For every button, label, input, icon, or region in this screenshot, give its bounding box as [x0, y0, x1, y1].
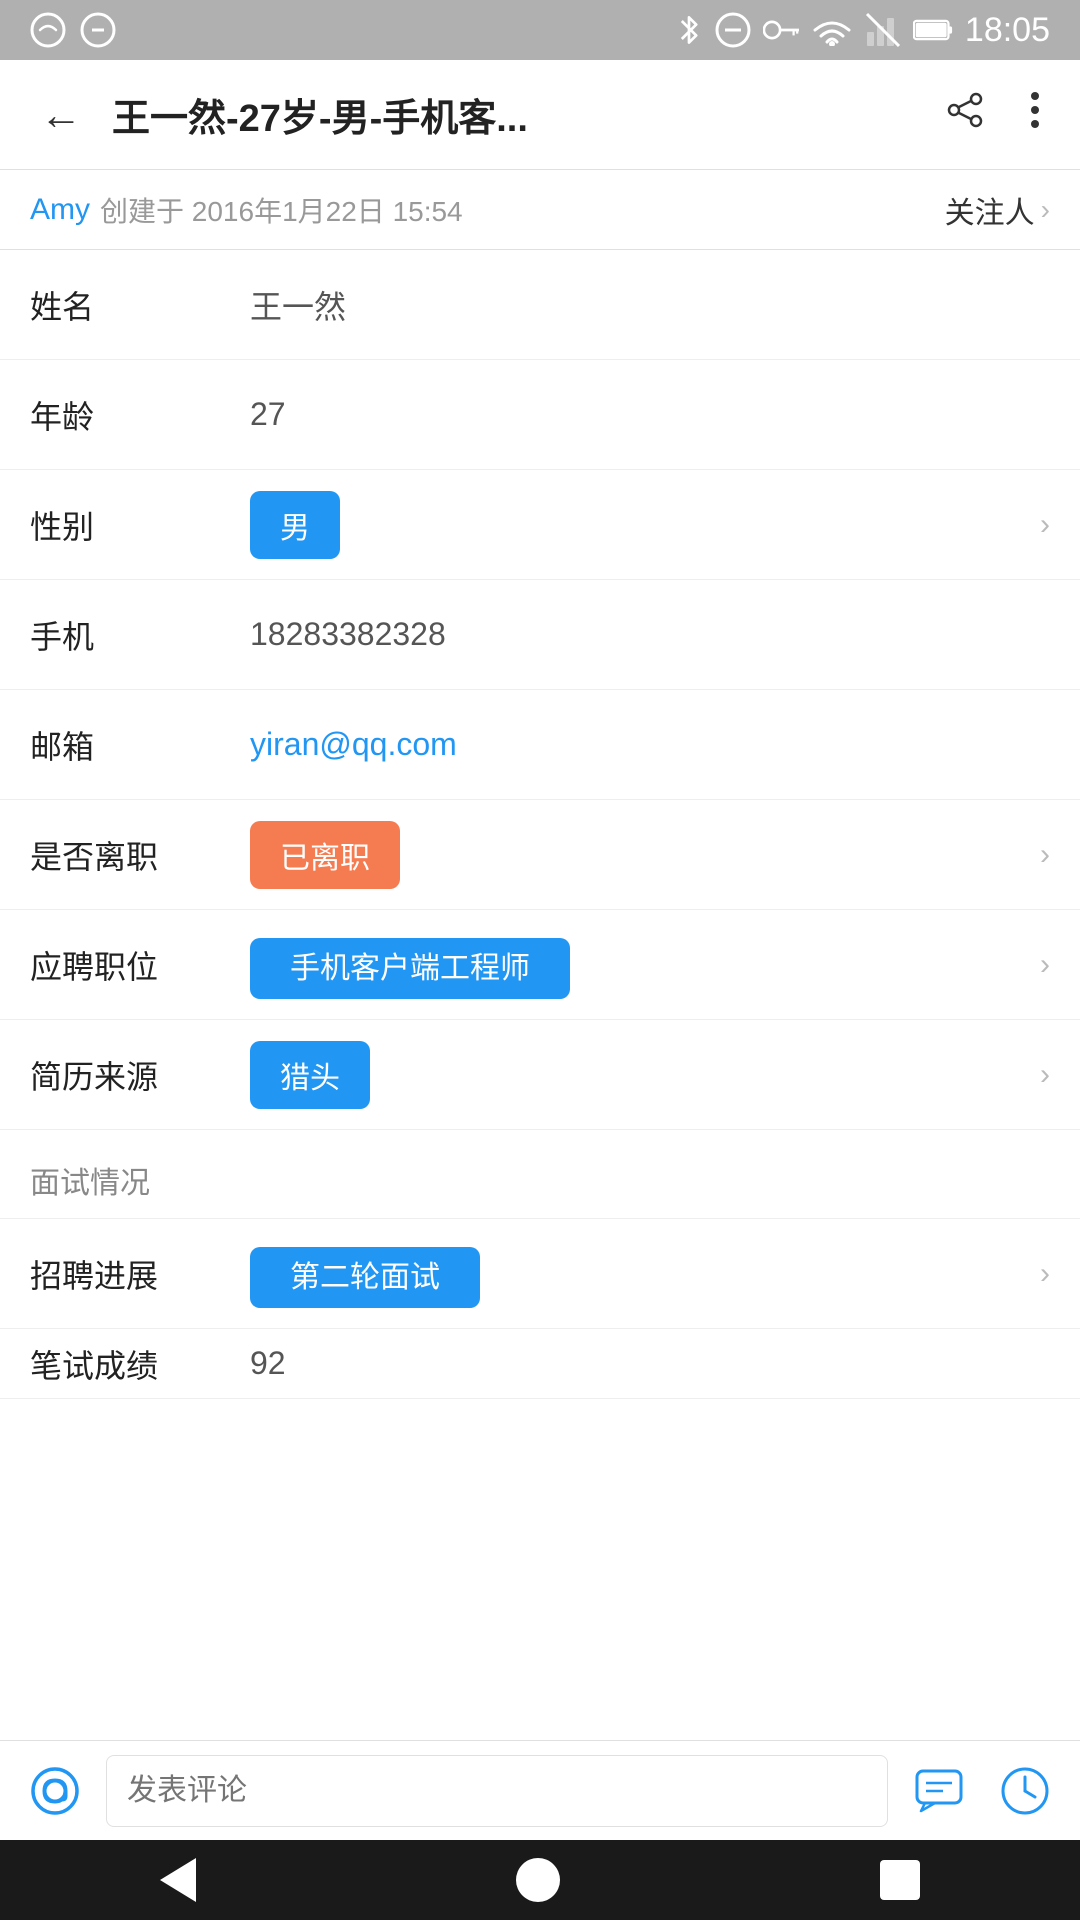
wifi-signal-icon — [811, 14, 853, 46]
resigned-badge[interactable]: 已离职 — [250, 821, 400, 889]
gender-chevron-icon: › — [1040, 508, 1050, 542]
block-icon — [715, 12, 751, 48]
at-button[interactable] — [20, 1756, 90, 1826]
status-bar: 18:05 — [0, 0, 1080, 60]
field-value-score: 92 — [250, 1345, 286, 1382]
source-badge[interactable]: 猎头 — [250, 1041, 370, 1109]
field-value-gender: 男 — [250, 491, 1030, 559]
field-resigned[interactable]: 是否离职 已离职 › — [0, 800, 1080, 910]
battery-icon — [913, 15, 953, 45]
key-icon — [763, 16, 799, 44]
more-button[interactable] — [1020, 81, 1050, 149]
position-chevron-icon: › — [1040, 948, 1050, 982]
app-bar: ← 王一然-27岁-男-手机客... — [0, 60, 1080, 170]
wifi-icon — [30, 12, 66, 48]
follow-label: 关注人 — [945, 188, 1035, 232]
share-button[interactable] — [930, 81, 1000, 149]
meta-row: Amy 创建于 2016年1月22日 15:54 关注人 › — [0, 170, 1080, 250]
field-age: 年龄 27 — [0, 360, 1080, 470]
comment-icon-button[interactable] — [904, 1756, 974, 1826]
field-value-name: 王一然 — [250, 282, 1050, 328]
source-chevron-icon: › — [1040, 1058, 1050, 1092]
clock-icon-button[interactable] — [990, 1756, 1060, 1826]
field-value-phone: 18283382328 — [250, 616, 1050, 653]
follow-button[interactable]: 关注人 › — [945, 188, 1050, 232]
field-label-phone: 手机 — [30, 612, 250, 658]
meta-author[interactable]: Amy — [30, 193, 90, 227]
nav-bar — [0, 1840, 1080, 1920]
field-source[interactable]: 简历来源 猎头 › — [0, 1020, 1080, 1130]
field-value-recruitment: 第二轮面试 — [250, 1252, 1030, 1296]
nav-home-button[interactable] — [516, 1858, 560, 1902]
status-bar-right: 18:05 — [675, 11, 1050, 50]
bottom-bar — [0, 1740, 1080, 1840]
back-button[interactable]: ← — [30, 81, 92, 149]
nav-recent-button[interactable] — [880, 1860, 920, 1900]
bluetooth-icon — [675, 12, 703, 48]
follow-chevron-icon: › — [1041, 194, 1050, 226]
field-email: 邮箱 yiran@qq.com — [0, 690, 1080, 800]
signal-icon — [80, 12, 116, 48]
page-title: 王一然-27岁-男-手机客... — [112, 87, 910, 142]
position-badge[interactable]: 手机客户端工程师 — [250, 938, 570, 999]
field-label-gender: 性别 — [30, 502, 250, 548]
field-value-source: 猎头 — [250, 1041, 1030, 1109]
gender-badge[interactable]: 男 — [250, 491, 340, 559]
meta-created: 创建于 2016年1月22日 15:54 — [100, 190, 463, 230]
status-bar-left — [30, 12, 116, 48]
field-label-name: 姓名 — [30, 282, 250, 328]
field-label-recruitment: 招聘进展 — [30, 1251, 250, 1297]
field-label-position: 应聘职位 — [30, 942, 250, 988]
field-label-resigned: 是否离职 — [30, 832, 250, 878]
recruitment-chevron-icon: › — [1040, 1257, 1050, 1291]
no-signal-icon — [865, 12, 901, 48]
field-label-email: 邮箱 — [30, 722, 250, 768]
field-label-score: 笔试成绩 — [30, 1341, 250, 1387]
recruitment-badge[interactable]: 第二轮面试 — [250, 1247, 480, 1308]
field-value-resigned: 已离职 — [250, 821, 1030, 889]
field-score-partial: 笔试成绩 92 — [0, 1329, 1080, 1399]
field-value-position: 手机客户端工程师 — [250, 943, 1030, 987]
field-gender[interactable]: 性别 男 › — [0, 470, 1080, 580]
meta-left: Amy 创建于 2016年1月22日 15:54 — [30, 190, 463, 230]
field-recruitment[interactable]: 招聘进展 第二轮面试 › — [0, 1219, 1080, 1329]
field-value-email[interactable]: yiran@qq.com — [250, 726, 1050, 763]
field-label-age: 年龄 — [30, 392, 250, 438]
field-name: 姓名 王一然 — [0, 250, 1080, 360]
section-header-interview: 面试情况 — [0, 1130, 1080, 1219]
field-value-age: 27 — [250, 396, 1050, 433]
field-position[interactable]: 应聘职位 手机客户端工程师 › — [0, 910, 1080, 1020]
resigned-chevron-icon: › — [1040, 838, 1050, 872]
nav-back-button[interactable] — [160, 1858, 196, 1902]
field-label-source: 简历来源 — [30, 1052, 250, 1098]
status-time: 18:05 — [965, 11, 1050, 50]
field-phone: 手机 18283382328 — [0, 580, 1080, 690]
comment-input[interactable] — [106, 1755, 888, 1827]
